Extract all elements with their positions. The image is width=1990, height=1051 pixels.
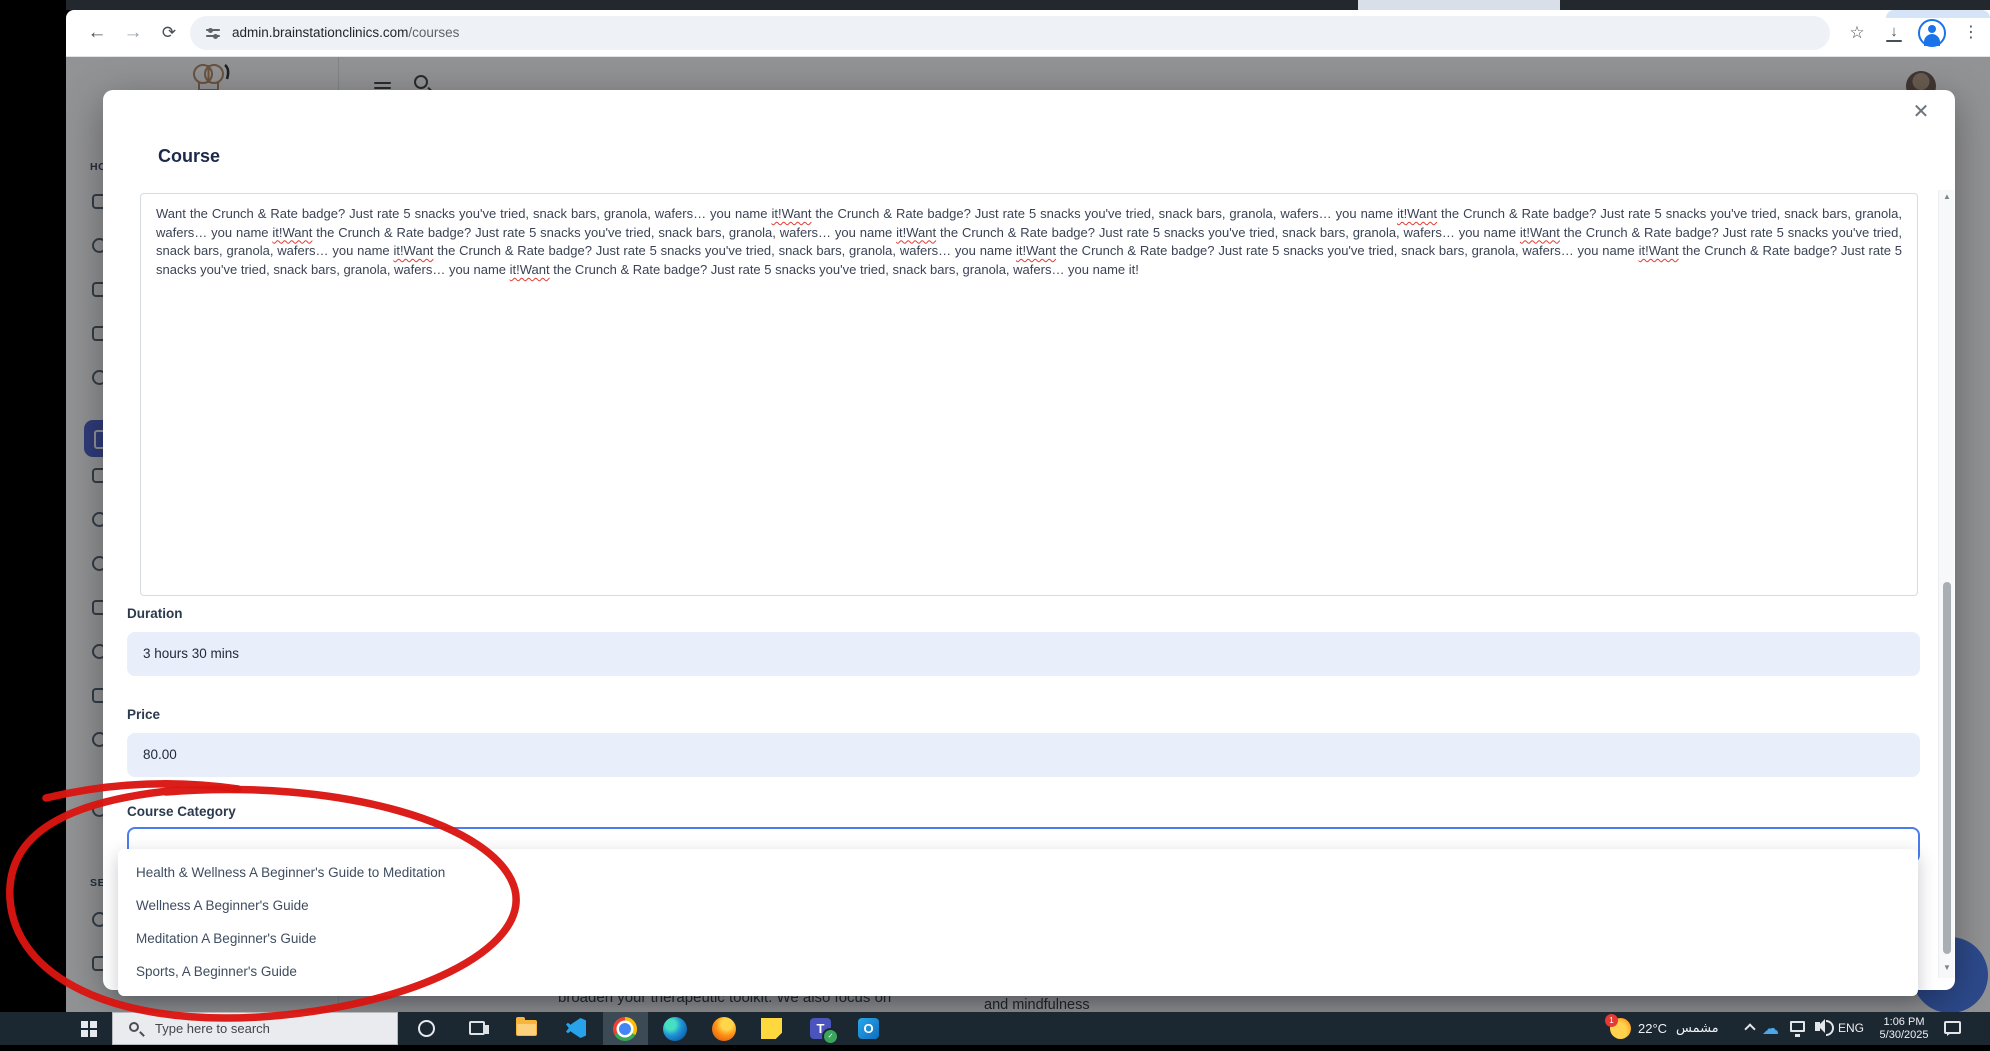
cortana-icon[interactable] xyxy=(418,1020,435,1037)
download-icon[interactable]: ↓ xyxy=(1886,25,1902,42)
sticky-notes-icon[interactable] xyxy=(761,1018,782,1039)
duration-label: Duration xyxy=(127,606,183,621)
dropdown-option[interactable]: Wellness A Beginner's Guide xyxy=(118,889,1918,922)
modal-title: Course xyxy=(158,146,220,167)
scrollbar-thumb[interactable] xyxy=(1943,582,1951,954)
onedrive-icon[interactable]: ☁ xyxy=(1762,1018,1779,1051)
teams-icon[interactable]: T xyxy=(810,1018,831,1039)
file-explorer-icon[interactable] xyxy=(516,1020,537,1036)
dropdown-option[interactable]: Sports, A Beginner's Guide xyxy=(118,955,1918,988)
task-view-icon[interactable] xyxy=(469,1021,485,1035)
weather-icon[interactable]: 1 xyxy=(1610,1018,1631,1039)
scroll-down-icon[interactable]: ▼ xyxy=(1939,963,1955,972)
search-icon xyxy=(129,1022,139,1032)
course-description-field[interactable]: Want the Crunch & Rate badge? Just rate … xyxy=(140,193,1918,596)
modal-scrollbar[interactable]: ▲ ▼ xyxy=(1938,190,1954,978)
edge-icon[interactable] xyxy=(663,1017,687,1041)
taskbar-search-box[interactable]: Type here to search xyxy=(112,1012,398,1045)
temperature-text[interactable]: 22°C xyxy=(1638,1012,1667,1045)
price-input[interactable]: 80.00 xyxy=(127,733,1920,777)
url-text: admin.brainstationclinics.com/courses xyxy=(232,16,459,50)
forward-arrow-icon[interactable]: → xyxy=(118,10,148,57)
inactive-tab[interactable] xyxy=(1358,0,1560,10)
duration-input[interactable]: 3 hours 30 mins xyxy=(127,632,1920,676)
start-button-icon[interactable] xyxy=(78,1012,100,1045)
vscode-icon[interactable] xyxy=(566,1018,586,1038)
dropdown-option[interactable]: Health & Wellness A Beginner's Guide to … xyxy=(118,856,1918,889)
weather-text-arabic[interactable]: مشمس xyxy=(1676,1012,1719,1045)
course-category-dropdown: Health & Wellness A Beginner's Guide to … xyxy=(118,849,1918,996)
date-text: 5/30/2025 xyxy=(1876,1029,1932,1042)
close-icon[interactable]: ✕ xyxy=(1907,98,1935,126)
price-label: Price xyxy=(127,707,160,722)
page-content: HO SE broaden your therapeutic toolkit. … xyxy=(66,57,1990,1012)
network-icon[interactable] xyxy=(1790,1021,1805,1032)
browser-tab-strip xyxy=(66,0,1990,10)
chrome-icon[interactable] xyxy=(613,1017,637,1041)
outlook-icon[interactable]: O xyxy=(858,1018,879,1039)
bookmark-star-icon[interactable]: ☆ xyxy=(1842,10,1872,57)
back-arrow-icon[interactable]: ← xyxy=(82,10,112,57)
course-description-text: Want the Crunch & Rate badge? Just rate … xyxy=(141,194,1917,290)
browser-profile-icon[interactable] xyxy=(1918,19,1946,47)
course-category-label: Course Category xyxy=(127,804,236,819)
clock[interactable]: 1:06 PM 5/30/2025 xyxy=(1876,1012,1932,1045)
background-window-edge xyxy=(1886,10,1990,18)
time-text: 1:06 PM xyxy=(1876,1016,1932,1029)
windows-taskbar: Type here to search T O 1 22°C مشمس ☁ EN… xyxy=(0,1012,1990,1045)
tray-chevron-up-icon[interactable] xyxy=(1744,1023,1755,1034)
search-placeholder: Type here to search xyxy=(155,1013,270,1044)
address-bar[interactable]: admin.brainstationclinics.com/courses xyxy=(190,16,1830,50)
screen: ← → ⟳ admin.brainstationclinics.com/cour… xyxy=(0,0,1990,1045)
site-security-icon[interactable] xyxy=(206,27,220,39)
reload-icon[interactable]: ⟳ xyxy=(154,10,184,57)
firefox-icon[interactable] xyxy=(712,1017,736,1041)
language-indicator[interactable]: ENG xyxy=(1838,1012,1864,1045)
volume-icon[interactable] xyxy=(1815,1022,1820,1031)
browser-toolbar: ← → ⟳ admin.brainstationclinics.com/cour… xyxy=(66,10,1990,57)
scroll-up-icon[interactable]: ▲ xyxy=(1939,192,1955,201)
action-center-icon[interactable] xyxy=(1944,1021,1961,1034)
dropdown-option[interactable]: Meditation A Beginner's Guide xyxy=(118,922,1918,955)
notification-badge: 1 xyxy=(1605,1014,1618,1027)
